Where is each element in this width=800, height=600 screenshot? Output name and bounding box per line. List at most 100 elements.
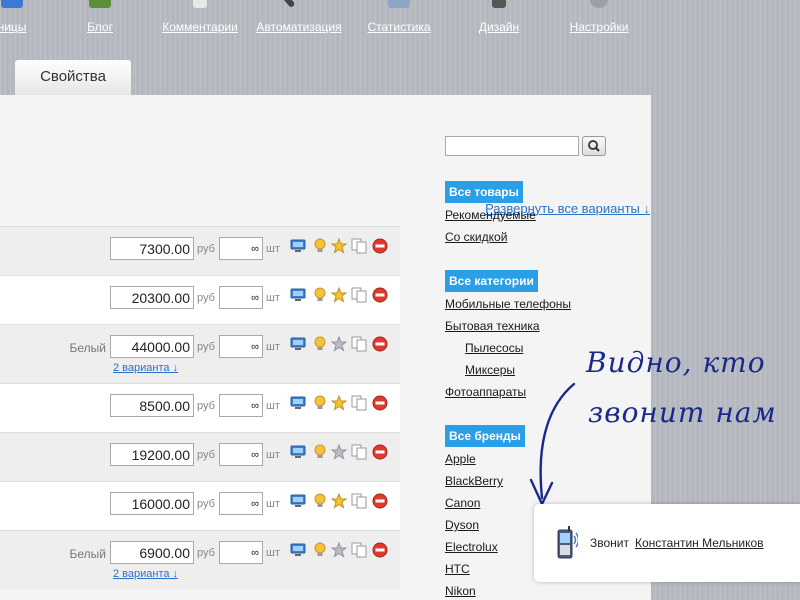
delete-icon[interactable] [372,493,388,509]
brand-link[interactable]: Apple [445,452,476,466]
nav-item-label[interactable]: Комментарии [156,20,244,34]
star-icon[interactable] [331,238,347,254]
bulb-icon[interactable] [312,395,328,411]
price-input[interactable] [110,492,194,515]
nav-item-label[interactable]: Автоматизация [252,20,346,34]
variants-link[interactable]: 2 варианта ↓ [113,568,178,580]
brand-link[interactable]: Nikon [445,584,476,598]
category-link[interactable]: Мобильные телефоны [445,297,571,311]
delete-icon[interactable] [372,287,388,303]
unit-label: шт [266,547,280,559]
product-list: руб шт руб шт [0,226,400,589]
price-input[interactable] [110,394,194,417]
star-icon[interactable] [331,444,347,460]
nav-item-automation[interactable]: Автоматизация [252,0,346,40]
stock-input[interactable] [219,541,263,564]
caller-name-link[interactable]: Константин Мельников [635,536,764,550]
filter-all-products[interactable]: Все товары [445,181,523,203]
copy-icon[interactable] [351,542,367,558]
stock-input[interactable] [219,492,263,515]
copy-icon[interactable] [351,238,367,254]
category-link[interactable]: Бытовая техника [445,319,540,333]
search-button[interactable] [582,136,606,156]
stock-input[interactable] [219,335,263,358]
nav-item-label[interactable]: ницы [0,20,34,34]
copy-icon[interactable] [351,493,367,509]
stock-input[interactable] [219,394,263,417]
search-input[interactable] [445,136,579,156]
delete-icon[interactable] [372,542,388,558]
price-input[interactable] [110,286,194,309]
stock-input[interactable] [219,443,263,466]
nav-item-label[interactable]: Настройки [562,20,636,34]
variant-label: Белый [69,341,106,355]
star-icon[interactable] [331,395,347,411]
phone-icon [557,526,578,559]
product-row: руб шт [0,481,400,530]
bulb-icon[interactable] [312,336,328,352]
brand-link[interactable]: BlackBerry [445,474,503,488]
brand-link[interactable]: HTC [445,562,470,576]
delete-icon[interactable] [372,444,388,460]
delete-icon[interactable] [372,395,388,411]
star-icon[interactable] [331,542,347,558]
nav-item-label[interactable]: Статистика [362,20,436,34]
filter-link-discounted[interactable]: Со скидкой [445,230,507,244]
price-input[interactable] [110,335,194,358]
variants-link[interactable]: 2 варианта ↓ [113,362,178,374]
filter-all-brands[interactable]: Все бренды [445,425,525,447]
currency-label: руб [197,292,215,304]
nav-item-blog[interactable]: Блог [78,0,122,40]
nav-item-label[interactable]: Блог [78,20,122,34]
copy-icon[interactable] [351,444,367,460]
copy-icon[interactable] [351,287,367,303]
call-prefix-label: Звонит [590,536,629,550]
product-row: руб шт [0,383,400,432]
bulb-icon[interactable] [312,287,328,303]
nav-item-pages[interactable]: ницы [0,0,34,40]
filter-all-categories[interactable]: Все категории [445,270,538,292]
nav-item-label[interactable]: Дизайн [470,20,528,34]
product-row: Белый руб шт 2 варианта ↓ [0,530,400,589]
stock-input[interactable] [219,286,263,309]
brand-link[interactable]: Electrolux [445,540,498,554]
brand-link[interactable]: Canon [445,496,480,510]
monitor-icon[interactable] [290,395,306,411]
bulb-icon[interactable] [312,238,328,254]
star-icon[interactable] [331,287,347,303]
monitor-icon[interactable] [290,493,306,509]
delete-icon[interactable] [372,238,388,254]
price-input[interactable] [110,443,194,466]
price-input[interactable] [110,237,194,260]
price-input[interactable] [110,541,194,564]
bulb-icon[interactable] [312,542,328,558]
bulb-icon[interactable] [312,493,328,509]
bulb-icon[interactable] [312,444,328,460]
monitor-icon[interactable] [290,444,306,460]
star-icon[interactable] [331,493,347,509]
subcategory-link[interactable]: Миксеры [465,363,515,377]
nav-item-comments[interactable]: Комментарии [156,0,244,40]
product-row: руб шт [0,275,400,324]
monitor-icon[interactable] [290,542,306,558]
stock-input[interactable] [219,237,263,260]
filter-link-featured[interactable]: Рекомендуемые [445,208,536,222]
nav-item-settings[interactable]: Настройки [562,0,636,40]
nav-item-design[interactable]: Дизайн [470,0,528,40]
copy-icon[interactable] [351,395,367,411]
annotation-line: Видно, кто [586,346,766,379]
star-icon[interactable] [331,336,347,352]
category-link[interactable]: Фотоаппараты [445,385,526,399]
monitor-icon[interactable] [290,287,306,303]
monitor-icon[interactable] [290,336,306,352]
currency-label: руб [197,400,215,412]
monitor-icon[interactable] [290,238,306,254]
currency-label: руб [197,341,215,353]
tab-properties[interactable]: Свойства [15,60,131,95]
copy-icon[interactable] [351,336,367,352]
delete-icon[interactable] [372,336,388,352]
brand-link[interactable]: Dyson [445,518,479,532]
nav-item-statistics[interactable]: Статистика [362,0,436,40]
subcategory-link[interactable]: Пылесосы [465,341,523,355]
product-row: Белый руб шт 2 варианта ↓ [0,324,400,383]
